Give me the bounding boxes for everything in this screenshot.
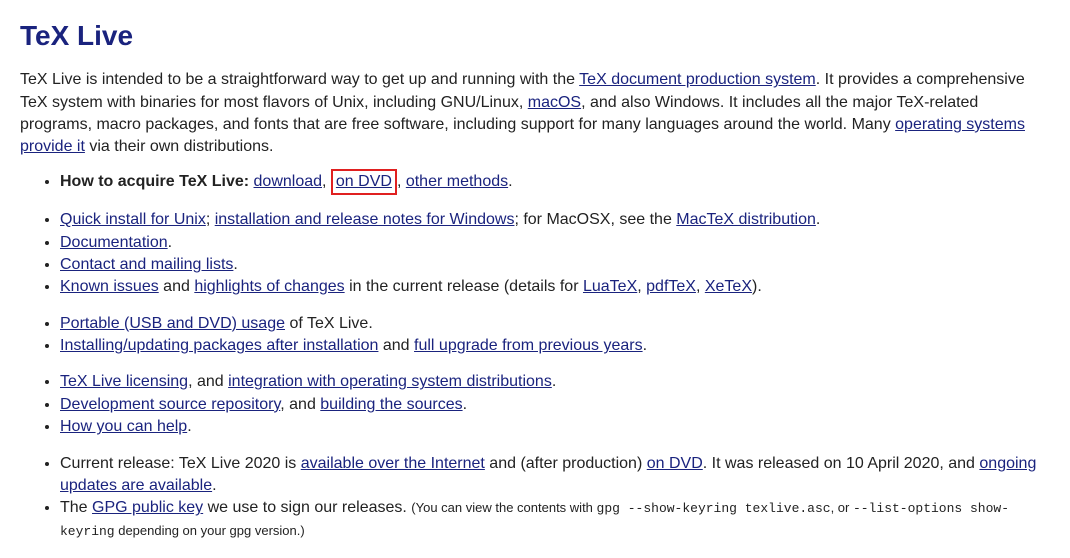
text-end: . bbox=[187, 418, 191, 435]
text: of TeX Live. bbox=[285, 315, 373, 332]
link-on-dvd[interactable]: on DVD bbox=[336, 173, 392, 190]
list-item-gpg: The GPG public key we use to sign our re… bbox=[60, 497, 1050, 542]
intro-paragraph: TeX Live is intended to be a straightfor… bbox=[20, 69, 1050, 159]
link-download[interactable]: download bbox=[254, 173, 323, 190]
text-end: . bbox=[212, 477, 216, 494]
text: depending on your gpg version.) bbox=[115, 523, 305, 538]
content-list: How to acquire TeX Live: download, on DV… bbox=[20, 169, 1050, 542]
text: in the current release (details for bbox=[345, 278, 583, 295]
list-item-development: Development source repository, and build… bbox=[60, 394, 1050, 416]
link-build-sources[interactable]: building the sources bbox=[320, 396, 462, 413]
text: ; for MacOSX, see the bbox=[514, 211, 676, 228]
spacer bbox=[60, 299, 1050, 313]
list-item-install-update: Installing/updating packages after insta… bbox=[60, 335, 1050, 357]
list-item-help: How you can help. bbox=[60, 416, 1050, 438]
link-contact[interactable]: Contact and mailing lists bbox=[60, 256, 233, 273]
link-how-help[interactable]: How you can help bbox=[60, 418, 187, 435]
spacer bbox=[60, 195, 1050, 209]
link-luatex[interactable]: LuaTeX bbox=[583, 278, 637, 295]
text: , and bbox=[188, 373, 228, 390]
list-item-documentation: Documentation. bbox=[60, 232, 1050, 254]
page-title: TeX Live bbox=[20, 16, 1050, 55]
link-full-upgrade[interactable]: full upgrade from previous years bbox=[414, 337, 643, 354]
code: gpg --show-keyring texlive.asc bbox=[597, 501, 831, 516]
link-windows-notes[interactable]: installation and release notes for Windo… bbox=[215, 211, 515, 228]
list-item-portable: Portable (USB and DVD) usage of TeX Live… bbox=[60, 313, 1050, 335]
link-known-issues[interactable]: Known issues bbox=[60, 278, 159, 295]
text-sep: , bbox=[637, 278, 646, 295]
link-quick-unix[interactable]: Quick install for Unix bbox=[60, 211, 206, 228]
text-sep: , bbox=[322, 173, 331, 190]
list-item-licensing: TeX Live licensing, and integration with… bbox=[60, 371, 1050, 393]
text-end: . bbox=[643, 337, 647, 354]
link-highlights[interactable]: highlights of changes bbox=[194, 278, 344, 295]
spacer bbox=[60, 439, 1050, 453]
text-end: ). bbox=[752, 278, 762, 295]
text-end: . bbox=[168, 234, 172, 251]
acquire-label: How to acquire TeX Live: bbox=[60, 173, 254, 190]
text-end: . bbox=[816, 211, 820, 228]
link-pdftex[interactable]: pdfTeX bbox=[646, 278, 696, 295]
list-item-quick-install: Quick install for Unix; installation and… bbox=[60, 209, 1050, 231]
text: , and bbox=[280, 396, 320, 413]
link-dev-repo[interactable]: Development source repository bbox=[60, 396, 280, 413]
link-gpg-key[interactable]: GPG public key bbox=[92, 499, 203, 516]
link-os-integration[interactable]: integration with operating system distri… bbox=[228, 373, 552, 390]
list-item-known-issues: Known issues and highlights of changes i… bbox=[60, 276, 1050, 298]
link-mactex[interactable]: MacTeX distribution bbox=[676, 211, 816, 228]
text: and bbox=[159, 278, 195, 295]
intro-text: TeX Live is intended to be a straightfor… bbox=[20, 71, 579, 88]
link-available-internet[interactable]: available over the Internet bbox=[301, 455, 485, 472]
spacer bbox=[60, 357, 1050, 371]
text-sep: , bbox=[397, 173, 406, 190]
list-item-acquire: How to acquire TeX Live: download, on DV… bbox=[60, 169, 1050, 195]
text-end: . bbox=[552, 373, 556, 390]
intro-text: via their own distributions. bbox=[85, 138, 274, 155]
text-end: . bbox=[233, 256, 237, 273]
link-install-update[interactable]: Installing/updating packages after insta… bbox=[60, 337, 378, 354]
text: and bbox=[378, 337, 414, 354]
text: . It was released on 10 April 2020, and bbox=[703, 455, 980, 472]
link-documentation[interactable]: Documentation bbox=[60, 234, 168, 251]
link-portable[interactable]: Portable (USB and DVD) usage bbox=[60, 315, 285, 332]
list-item-current-release: Current release: TeX Live 2020 is availa… bbox=[60, 453, 1050, 498]
text: (You can view the contents with bbox=[411, 500, 596, 515]
link-licensing[interactable]: TeX Live licensing bbox=[60, 373, 188, 390]
text: , or bbox=[831, 500, 853, 515]
text: we use to sign our releases. bbox=[203, 499, 411, 516]
highlight-box: on DVD bbox=[331, 169, 397, 195]
link-xetex[interactable]: XeTeX bbox=[705, 278, 752, 295]
text-end: . bbox=[463, 396, 467, 413]
text-sep: ; bbox=[206, 211, 215, 228]
list-item-contact: Contact and mailing lists. bbox=[60, 254, 1050, 276]
link-macos[interactable]: macOS bbox=[528, 94, 581, 111]
link-other-methods[interactable]: other methods bbox=[406, 173, 508, 190]
text-end: . bbox=[508, 173, 512, 190]
text: Current release: TeX Live 2020 is bbox=[60, 455, 301, 472]
text: The bbox=[60, 499, 92, 516]
link-tex-system[interactable]: TeX document production system bbox=[579, 71, 816, 88]
text-sep: , bbox=[696, 278, 705, 295]
link-release-dvd[interactable]: on DVD bbox=[647, 455, 703, 472]
text: and (after production) bbox=[485, 455, 647, 472]
